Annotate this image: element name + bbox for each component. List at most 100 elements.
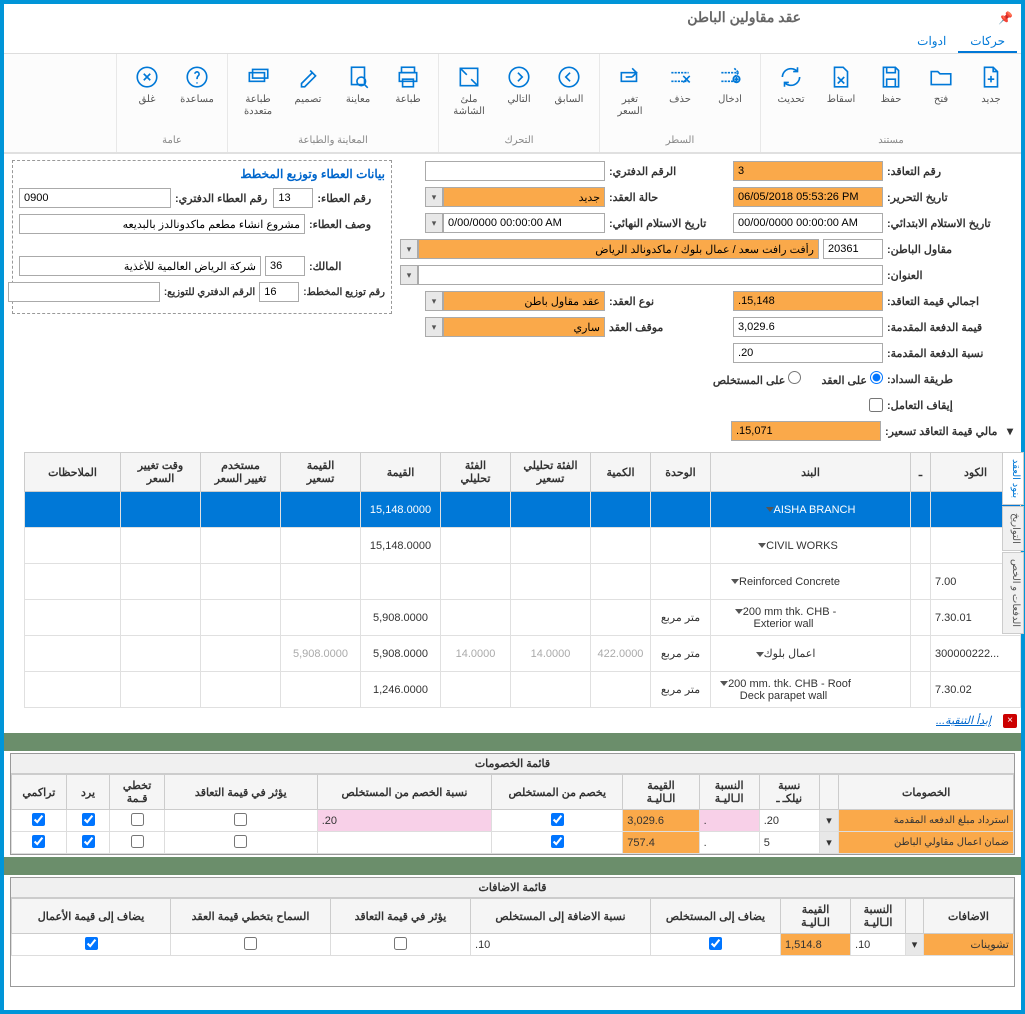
subcon-dropdown[interactable] <box>400 239 418 259</box>
prev-button[interactable]: السابق <box>547 58 591 133</box>
type-label: نوع العقد: <box>605 295 725 308</box>
filter-clear[interactable]: × <box>1003 714 1017 728</box>
col-pval[interactable]: القيمة تسعير <box>281 453 361 492</box>
close-button[interactable]: غلق <box>125 58 169 133</box>
bid-title: بيانات العطاء وتوزيع المخطط <box>19 167 385 181</box>
advance-input[interactable] <box>733 317 883 337</box>
contract-no-input[interactable] <box>733 161 883 181</box>
pay-method-label: طريقة السداد: <box>883 373 1013 386</box>
address-input[interactable] <box>418 265 883 285</box>
design-button[interactable]: تصميم <box>286 58 330 133</box>
multiprint-button[interactable]: طباعة متعددة <box>236 58 280 133</box>
stop-checkbox[interactable] <box>869 398 883 412</box>
book-no-input[interactable] <box>425 161 605 181</box>
bid-desc-label: وصف العطاء: <box>305 218 385 231</box>
pay-opt1[interactable]: على العقد <box>817 371 883 387</box>
col-expand[interactable]: ـ <box>911 453 931 492</box>
col-anal2[interactable]: الفئة تحليلي <box>441 453 511 492</box>
status-input[interactable] <box>443 187 605 207</box>
help-button[interactable]: مساعدة <box>175 58 219 133</box>
delete-row-button[interactable]: حذف <box>658 58 702 133</box>
drop-button[interactable]: اسقاط <box>819 58 863 133</box>
col-item[interactable]: البند <box>711 453 911 492</box>
col-anal[interactable]: الفئة تحليلي تسعير <box>511 453 591 492</box>
status-label: حالة العقد: <box>605 191 725 204</box>
side-tab-items[interactable]: بنود العقد <box>1002 452 1024 505</box>
total-label: اجمالي قيمة التعاقد: <box>883 295 1013 308</box>
expander[interactable]: ▾ <box>1007 424 1013 438</box>
c-status-input[interactable] <box>443 317 605 337</box>
table-row[interactable]: ضمان اعمال مقاولي الباطن▾5.757.4 <box>12 832 1014 854</box>
edit-date-input[interactable] <box>733 187 883 207</box>
reprice-button[interactable]: تغير السعر <box>608 58 652 133</box>
pay-radio-2[interactable] <box>788 371 801 384</box>
additions-grid[interactable]: الاضافات النسبة الـاليـة القيمة الـاليـة… <box>11 898 1014 956</box>
side-tab-dates[interactable]: التواريخ <box>1002 506 1024 551</box>
c-status-dropdown[interactable] <box>425 317 443 337</box>
address-dropdown[interactable] <box>400 265 418 285</box>
discounts-grid[interactable]: الخصومات نسبة نيلكـ ـ النسبة الـاليـة ال… <box>11 774 1014 854</box>
table-row[interactable]: AISHA BRANCH15,148.0000 <box>25 492 1021 528</box>
bid-book-input[interactable] <box>19 188 171 208</box>
discounts-panel: قائمة الخصومات الخصومات نسبة نيلكـ ـ الن… <box>10 753 1015 855</box>
plan-input[interactable] <box>259 282 299 302</box>
init-recv-input[interactable] <box>733 213 883 233</box>
tab-transactions[interactable]: حركات <box>958 30 1017 53</box>
bid-no-input[interactable] <box>273 188 313 208</box>
advance-label: قيمة الدفعة المقدمة: <box>883 321 1013 334</box>
table-row[interactable]: 7.00Reinforced Concrete <box>25 564 1021 600</box>
table-row[interactable]: CIVIL WORKS15,148.0000 <box>25 528 1021 564</box>
col-unit[interactable]: الوحدة <box>651 453 711 492</box>
subcon-label: مقاول الباطن: <box>883 243 1013 256</box>
plan-label: رقم توزيع المخطط: <box>299 287 385 298</box>
final-recv-dropdown[interactable] <box>425 213 443 233</box>
new-button[interactable]: جديد <box>969 58 1013 133</box>
col-qty[interactable]: الكمية <box>591 453 651 492</box>
items-grid[interactable]: الكود ـ البند الوحدة الكمية الفئة تحليلي… <box>24 452 1021 708</box>
additions-title: قائمة الاضافات <box>11 878 1014 898</box>
discounts-title: قائمة الخصومات <box>11 754 1014 774</box>
type-dropdown[interactable] <box>425 291 443 311</box>
spacer-1 <box>4 733 1021 751</box>
refresh-button[interactable]: تحديث <box>769 58 813 133</box>
col-usr[interactable]: مستخدم تغيير السعر <box>201 453 281 492</box>
pay-opt2[interactable]: على المستخلص <box>709 371 802 387</box>
save-button[interactable]: حفظ <box>869 58 913 133</box>
preview-button[interactable]: معاينة <box>336 58 380 133</box>
open-button[interactable]: فتح <box>919 58 963 133</box>
subcon-code-input[interactable] <box>823 239 883 259</box>
table-row[interactable]: 7.30.02200 mm. thk. CHB - Roof Deck para… <box>25 672 1021 708</box>
advance-pct-input[interactable] <box>733 343 883 363</box>
subcon-name-input[interactable] <box>418 239 819 259</box>
owner-code-input[interactable] <box>265 256 305 276</box>
col-val[interactable]: القيمة <box>361 453 441 492</box>
bid-desc-input[interactable] <box>19 214 305 234</box>
insert-row-button[interactable]: ادخال <box>708 58 752 133</box>
owner-name-input[interactable] <box>19 256 261 276</box>
filter-link[interactable]: إبدأ التنقية... <box>928 710 999 731</box>
status-dropdown[interactable] <box>425 187 443 207</box>
side-tab-payments[interactable]: الدفعات و الخص <box>1002 552 1024 634</box>
stop-label: إيقاف التعامل: <box>883 399 1013 412</box>
price-total-input[interactable] <box>731 421 881 441</box>
plan-book-input[interactable] <box>8 282 160 302</box>
additions-panel: قائمة الاضافات الاضافات النسبة الـاليـة … <box>10 877 1015 987</box>
main-tabs: حركات ادوات <box>4 30 1021 54</box>
tab-tools[interactable]: ادوات <box>905 30 958 53</box>
col-notes[interactable]: الملاحظات <box>25 453 121 492</box>
plan-book-label: الرقم الدفتري للتوزيع: <box>160 287 255 298</box>
pin-icon[interactable]: 📌 <box>1001 11 1013 23</box>
pay-radio-1[interactable] <box>870 371 883 384</box>
table-row[interactable]: استرداد مبلغ الدفعه المقدمة▾20..3,029.62… <box>12 810 1014 832</box>
final-recv-label: تاريخ الاستلام النهائي: <box>605 217 725 230</box>
final-recv-input[interactable] <box>443 213 605 233</box>
print-button[interactable]: طباعة <box>386 58 430 133</box>
table-row[interactable]: تشوينات▾10.1,514.810. <box>12 934 1014 956</box>
col-time[interactable]: وقت تغيير السعر <box>121 453 201 492</box>
fullscreen-button[interactable]: ملئ الشاشة <box>447 58 491 133</box>
next-button[interactable]: التالي <box>497 58 541 133</box>
type-input[interactable] <box>443 291 605 311</box>
table-row[interactable]: 300000222...اعمال بلوكمتر مربع422.000014… <box>25 636 1021 672</box>
table-row[interactable]: 7.30.01200 mm thk. CHB - Exterior wallمت… <box>25 600 1021 636</box>
total-input[interactable] <box>733 291 883 311</box>
